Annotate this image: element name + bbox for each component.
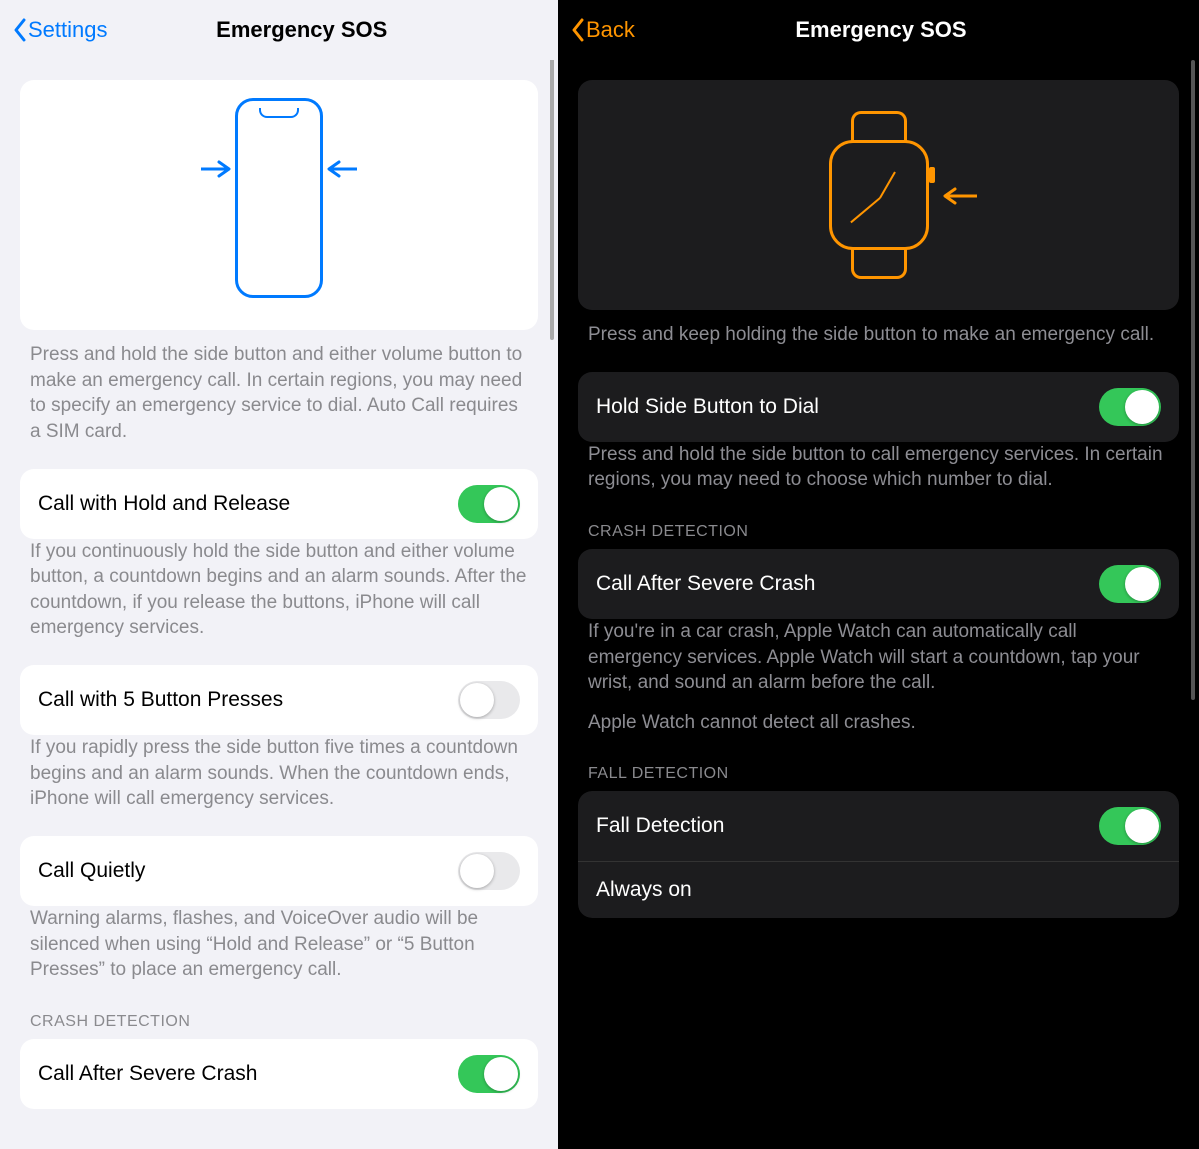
call-hold-release-desc: If you continuously hold the side button… (20, 539, 538, 666)
call-hold-release-toggle[interactable] (458, 485, 520, 523)
page-title: Emergency SOS (83, 17, 522, 43)
watch-icon (779, 95, 979, 295)
iphone-settings-pane: Settings Emergency SOS Press and hold th… (0, 0, 558, 1149)
hold-side-button-row[interactable]: Hold Side Button to Dial (578, 372, 1179, 442)
fall-detection-row[interactable]: Fall Detection (578, 791, 1179, 861)
call-after-crash-toggle[interactable] (1099, 565, 1161, 603)
crash-detection-header: CRASH DETECTION (578, 517, 1179, 549)
content: Press and keep holding the side button t… (558, 60, 1199, 958)
page-title: Emergency SOS (605, 17, 1157, 43)
arrow-left-icon (939, 187, 979, 205)
chevron-left-icon (570, 18, 586, 42)
call-five-press-row[interactable]: Call with 5 Button Presses (20, 665, 538, 735)
content: Press and hold the side button and eithe… (0, 60, 558, 1149)
scrollbar[interactable] (1191, 60, 1195, 700)
arrow-left-icon (325, 160, 359, 178)
arrow-right-icon (199, 160, 233, 178)
call-quietly-row[interactable]: Call Quietly (20, 836, 538, 906)
nav-bar: Back Emergency SOS (558, 0, 1199, 60)
row-label: Hold Side Button to Dial (596, 395, 819, 419)
hold-side-button-desc: Press and hold the side button to call e… (578, 442, 1179, 517)
row-label: Fall Detection (596, 814, 724, 838)
phone-icon (199, 90, 359, 320)
row-label: Call with 5 Button Presses (38, 688, 283, 712)
call-after-crash-row[interactable]: Call After Severe Crash (578, 549, 1179, 619)
fall-detection-header: FALL DETECTION (578, 759, 1179, 791)
call-hold-release-row[interactable]: Call with Hold and Release (20, 469, 538, 539)
hero-description: Press and hold the side button and eithe… (20, 342, 538, 469)
hero-description: Press and keep holding the side button t… (578, 322, 1179, 372)
row-label: Always on (596, 878, 692, 902)
crash-desc-1: If you're in a car crash, Apple Watch ca… (578, 619, 1179, 710)
call-quietly-toggle[interactable] (458, 852, 520, 890)
fall-detection-toggle[interactable] (1099, 807, 1161, 845)
call-five-press-desc: If you rapidly press the side button fiv… (20, 735, 538, 836)
row-label: Call After Severe Crash (596, 572, 815, 596)
call-quietly-desc: Warning alarms, flashes, and VoiceOver a… (20, 906, 538, 1007)
crash-detection-header: CRASH DETECTION (20, 1007, 538, 1039)
call-five-press-toggle[interactable] (458, 681, 520, 719)
call-after-crash-row[interactable]: Call After Severe Crash (20, 1039, 538, 1109)
row-label: Call with Hold and Release (38, 492, 290, 516)
row-label: Call After Severe Crash (38, 1062, 257, 1086)
scrollbar[interactable] (550, 20, 554, 340)
watch-settings-pane: Back Emergency SOS Press and keep holdin… (558, 0, 1199, 1149)
always-on-row[interactable]: Always on (578, 861, 1179, 918)
hero-illustration (20, 80, 538, 330)
call-after-crash-toggle[interactable] (458, 1055, 520, 1093)
crash-desc-2: Apple Watch cannot detect all crashes. (578, 710, 1179, 760)
chevron-left-icon (12, 18, 28, 42)
hold-side-button-toggle[interactable] (1099, 388, 1161, 426)
row-label: Call Quietly (38, 859, 145, 883)
hero-illustration (578, 80, 1179, 310)
nav-bar: Settings Emergency SOS (0, 0, 558, 60)
